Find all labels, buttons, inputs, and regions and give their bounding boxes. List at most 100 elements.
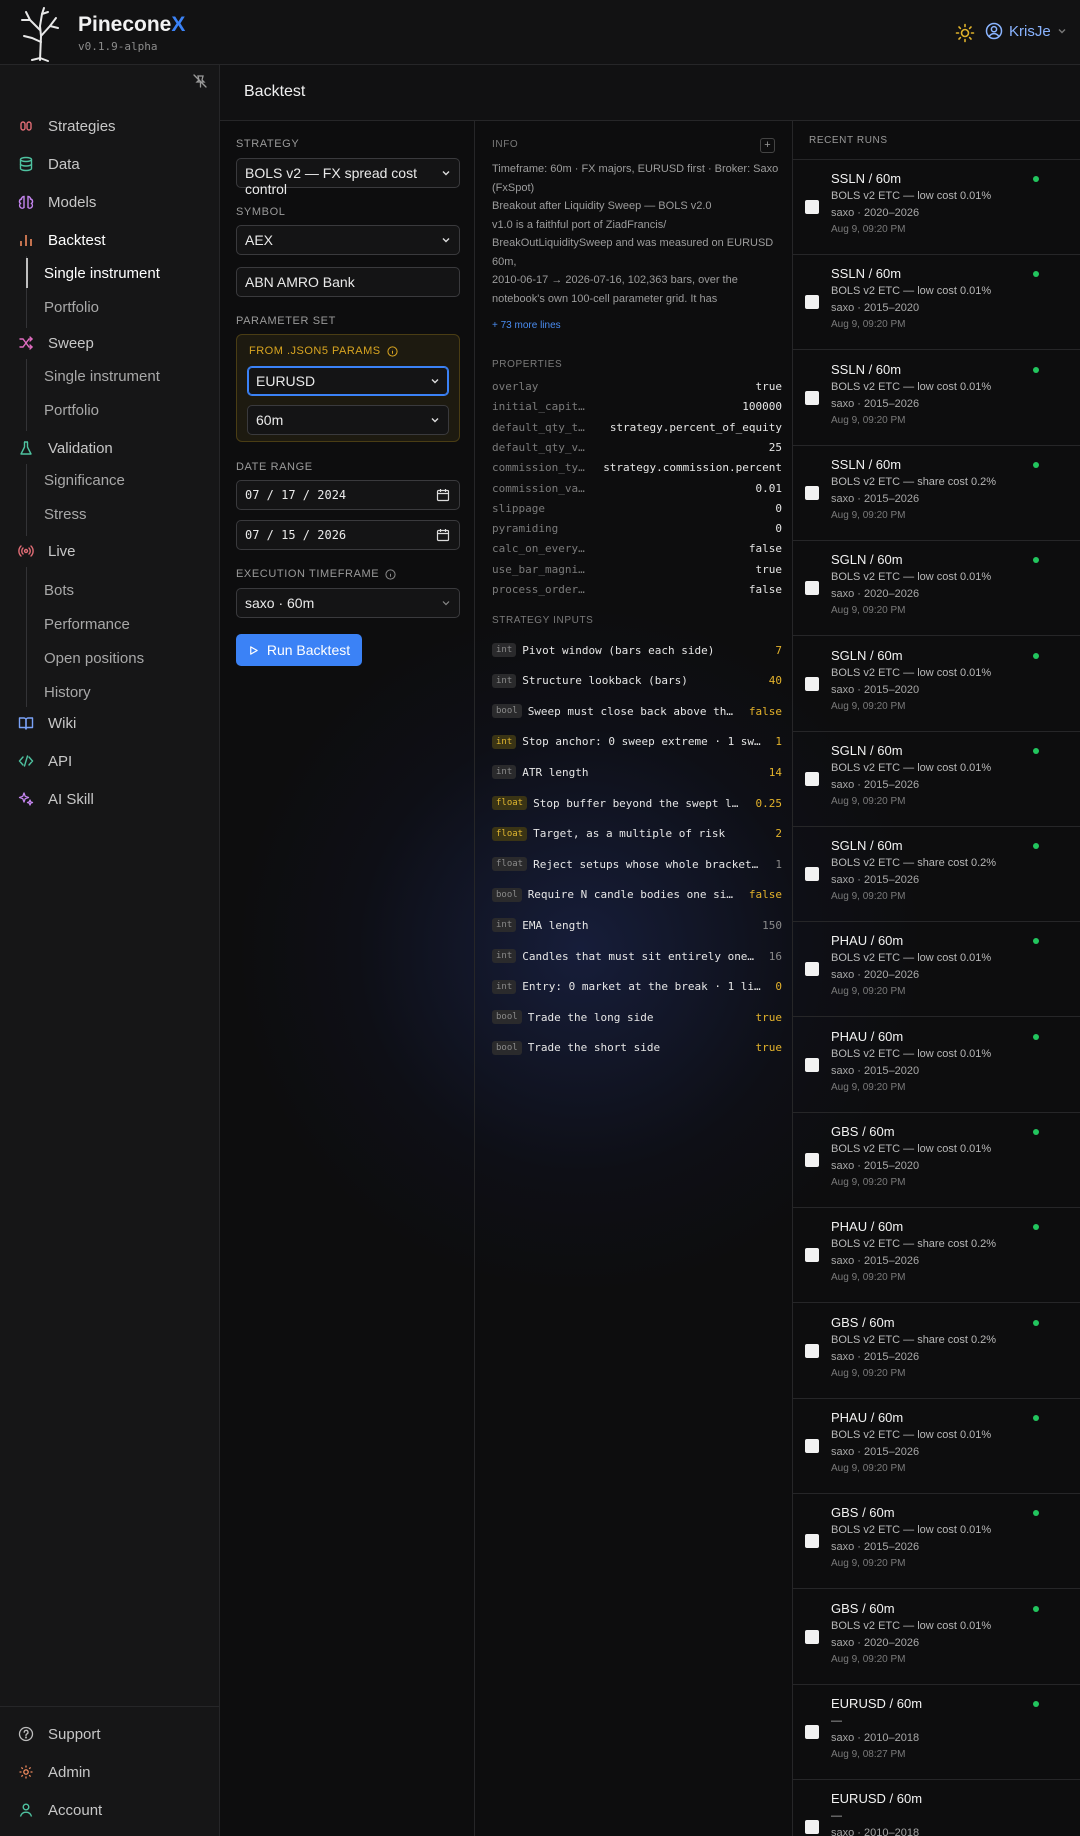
nav-support[interactable]: Support (18, 1722, 101, 1746)
run-item[interactable]: PHAU / 60m BOLS v2 ETC — low cost 0.01% sa… (793, 1018, 1080, 1113)
run-item[interactable]: EURUSD / 60m — saxo · 2010–2018 (793, 1780, 1080, 1836)
date-to-input[interactable]: 07 / 15 / 2026 (236, 520, 460, 550)
nav-validation[interactable]: Validation (18, 436, 113, 460)
sub-live-performance[interactable]: Performance (44, 616, 130, 633)
run-select-checkbox[interactable] (805, 295, 819, 310)
strategy-select[interactable]: BOLS v2 — FX spread cost control (236, 158, 460, 197)
date-from-input[interactable]: 07 / 17 / 2024 (236, 480, 460, 510)
run-select-checkbox[interactable] (805, 676, 819, 691)
info-icon[interactable] (385, 568, 396, 580)
sub-validation-stress[interactable]: Stress (44, 506, 87, 523)
exec-timeframe-select[interactable]: saxo · 60m (236, 588, 460, 618)
strategy-input-row[interactable]: bool Sweep must close back above th… false (492, 700, 782, 722)
run-item[interactable]: GBS / 60m BOLS v2 ETC — low cost 0.01% sax… (793, 1590, 1080, 1685)
input-value: 16 (768, 949, 782, 963)
strategy-input-row[interactable]: int Candles that must sit entirely one… 16 (492, 945, 782, 967)
run-item[interactable]: GBS / 60m BOLS v2 ETC — low cost 0.01% sax… (793, 1494, 1080, 1590)
run-select-checkbox[interactable] (805, 1629, 819, 1644)
run-select-checkbox[interactable] (805, 1248, 819, 1263)
strategy-input-row[interactable]: int Stop anchor: 0 sweep extreme · 1 sw… 1 (492, 731, 782, 753)
sub-sweep-portfolio[interactable]: Portfolio (44, 402, 99, 419)
date-from-value: 07 / 17 / 2024 (245, 488, 347, 502)
nav-backtest[interactable]: Backtest (18, 228, 106, 252)
run-select-checkbox[interactable] (805, 1153, 819, 1167)
nav-label: API (48, 752, 73, 770)
info-icon[interactable] (387, 345, 398, 357)
strategy-input-row[interactable]: int Entry: 0 market at the break · 1 li… 0 (492, 976, 782, 998)
run-select-checkbox[interactable] (805, 390, 819, 405)
run-select-checkbox[interactable] (805, 485, 819, 500)
strategy-input-row[interactable]: bool Trade the long side true (492, 1006, 782, 1028)
nav-live[interactable]: Live (18, 539, 76, 563)
strategy-input-row[interactable]: float Stop buffer beyond the swept l… 0.25 (492, 792, 782, 814)
top-bar: PineconeX v0.1.9-alpha KrisJe (0, 0, 1080, 65)
input-value: false (748, 888, 782, 902)
calendar-icon[interactable] (436, 488, 450, 502)
strategy-input-row[interactable]: int ATR length 14 (492, 761, 782, 783)
input-name: EMA length (522, 918, 589, 932)
sub-backtest-single[interactable]: Single instrument (44, 265, 160, 282)
sub-validation-significance[interactable]: Significance (44, 472, 125, 489)
sub-live-bots[interactable]: Bots (44, 582, 74, 599)
sun-icon[interactable] (955, 23, 975, 43)
calendar-icon[interactable] (436, 528, 450, 542)
expand-info-button[interactable]: + (760, 138, 775, 153)
strategy-label: STRATEGY (236, 138, 300, 150)
unpin-icon[interactable] (192, 73, 208, 89)
param-market-select[interactable]: EURUSD (247, 366, 449, 396)
sub-live-open-positions[interactable]: Open positions (44, 650, 144, 667)
nav-sweep[interactable]: Sweep (18, 331, 94, 355)
run-select-checkbox[interactable] (805, 1724, 819, 1739)
sub-sweep-single[interactable]: Single instrument (44, 368, 160, 385)
strategy-input-row[interactable]: int Structure lookback (bars) 40 (492, 670, 782, 692)
run-select-checkbox[interactable] (805, 771, 819, 786)
run-item[interactable]: SGLN / 60m BOLS v2 ETC — share cost 0.2% s… (793, 827, 1080, 923)
strategy-input-row[interactable]: float Target, as a multiple of risk 2 (492, 823, 782, 845)
nav-models[interactable]: Models (18, 190, 96, 214)
nav-api[interactable]: API (18, 749, 72, 773)
user-menu[interactable]: KrisJe (985, 22, 1067, 40)
symbol-select[interactable]: AEX (236, 225, 460, 255)
run-item[interactable]: PHAU / 60m BOLS v2 ETC — low cost 0.01% sa… (793, 922, 1080, 1018)
run-item[interactable]: EURUSD / 60m — saxo · 2010–2018 Aug 9, 08:2… (793, 1685, 1080, 1780)
run-item[interactable]: SGLN / 60m BOLS v2 ETC — low cost 0.01% sa… (793, 732, 1080, 827)
nav-account[interactable]: Account (18, 1798, 102, 1822)
strategy-input-row[interactable]: int Pivot window (bars each side) 7 (492, 639, 782, 661)
run-item[interactable]: SGLN / 60m BOLS v2 ETC — low cost 0.01% sa… (793, 541, 1080, 637)
more-lines-link[interactable]: + 73 more lines (492, 320, 561, 331)
nav-wiki[interactable]: Wiki (18, 711, 76, 735)
run-item[interactable]: SSLN / 60m BOLS v2 ETC — low cost 0.01% sa… (793, 255, 1080, 351)
strategy-input-row[interactable]: bool Trade the short side true (492, 1037, 782, 1059)
run-select-checkbox[interactable] (805, 1057, 819, 1072)
run-select-checkbox[interactable] (805, 581, 819, 596)
nav-admin[interactable]: Admin (18, 1760, 91, 1784)
run-item[interactable]: SSLN / 60m BOLS v2 ETC — share cost 0.2% s… (793, 446, 1080, 541)
nav-ai-skill[interactable]: AI Skill (18, 787, 94, 811)
run-backtest-button[interactable]: Run Backtest (236, 634, 362, 666)
strategy-input-row[interactable]: float Reject setups whose whole bracket… 1 (492, 853, 782, 875)
strategy-input-row[interactable]: bool Require N candle bodies one si… false (492, 884, 782, 906)
nav-strategies[interactable]: Strategies (18, 114, 116, 138)
run-select-checkbox[interactable] (805, 1820, 819, 1835)
run-select-checkbox[interactable] (805, 1438, 819, 1453)
run-select-checkbox[interactable] (805, 1534, 819, 1549)
run-item[interactable]: GBS / 60m BOLS v2 ETC — low cost 0.01% sax… (793, 1113, 1080, 1208)
tree-logo-icon[interactable] (14, 6, 66, 62)
run-select-checkbox[interactable] (805, 962, 819, 977)
symbol-name-field[interactable]: ABN AMRO Bank (236, 267, 460, 297)
run-item[interactable]: SSLN / 60m BOLS v2 ETC — low cost 0.01% sa… (793, 351, 1080, 446)
run-item[interactable]: GBS / 60m BOLS v2 ETC — share cost 0.2% sa… (793, 1304, 1080, 1399)
param-timeframe-select[interactable]: 60m (247, 405, 449, 435)
strategy-input-row[interactable]: int EMA length 150 (492, 914, 782, 936)
nav-data[interactable]: Data (18, 152, 80, 176)
run-item[interactable]: SSLN / 60m BOLS v2 ETC — low cost 0.01% sa… (793, 160, 1080, 255)
input-type-badge: int (492, 918, 517, 933)
run-select-checkbox[interactable] (805, 200, 819, 214)
sub-live-history[interactable]: History (44, 684, 91, 701)
run-item[interactable]: SGLN / 60m BOLS v2 ETC — low cost 0.01% sa… (793, 637, 1080, 732)
sub-backtest-portfolio[interactable]: Portfolio (44, 299, 99, 316)
run-select-checkbox[interactable] (805, 1343, 819, 1358)
run-item[interactable]: PHAU / 60m BOLS v2 ETC — low cost 0.01% sa… (793, 1399, 1080, 1494)
run-select-checkbox[interactable] (805, 867, 819, 882)
run-item[interactable]: PHAU / 60m BOLS v2 ETC — share cost 0.2% s… (793, 1208, 1080, 1304)
